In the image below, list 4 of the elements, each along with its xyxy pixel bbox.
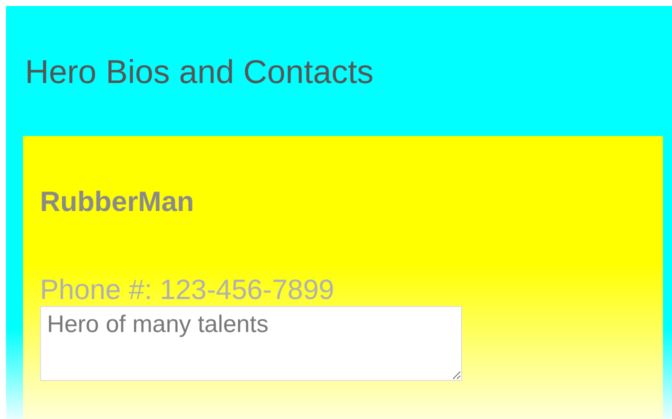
bio-field[interactable]: Hero of many talents <box>40 306 462 381</box>
hero-name: RubberMan <box>40 185 194 219</box>
page-title: Hero Bios and Contacts <box>25 52 374 92</box>
phone-number: Phone #: 123-456-7899 <box>40 274 334 306</box>
